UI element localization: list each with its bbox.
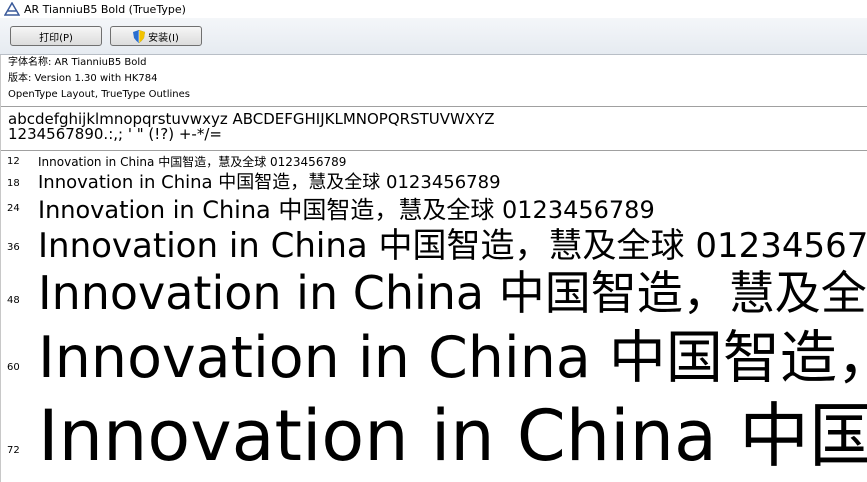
size-label: 18 [7, 178, 20, 189]
window-border [0, 55, 1, 482]
font-info: 字体名称: AR TianniuB5 Bold 版本: Version 1.30… [0, 55, 867, 105]
size-label: 24 [7, 203, 20, 214]
separator [0, 150, 867, 151]
toolbar: 打印(P) 安装(I) [0, 18, 867, 55]
print-button[interactable]: 打印(P) [10, 26, 102, 46]
install-button[interactable]: 安装(I) [110, 26, 202, 46]
font-name: 字体名称: AR TianniuB5 Bold [8, 57, 147, 68]
size-label: 60 [7, 362, 20, 373]
font-version: 版本: Version 1.30 with HK784 [8, 73, 158, 84]
print-button-label: 打印(P) [39, 32, 73, 44]
size-label: 36 [7, 242, 20, 253]
separator [0, 106, 867, 107]
sample-text: Innovation in China 中国智造，慧及全球 0123456789 [38, 395, 867, 477]
shield-icon [133, 29, 146, 43]
size-label: 48 [7, 295, 20, 306]
install-button-label: 安装(I) [148, 32, 179, 44]
size-preview: 12 Innovation in China 中国智造，慧及全球 0123456… [0, 152, 867, 482]
size-label: 12 [7, 156, 20, 167]
size-label: 72 [7, 445, 20, 456]
character-set: abcdefghijklmnopqrstuvwxyz ABCDEFGHIJKLM… [8, 112, 858, 142]
font-outlines: OpenType Layout, TrueType Outlines [8, 89, 190, 100]
charset-symbols: 1234567890.:,; ' " (!?) +-*/= [8, 125, 222, 143]
title-bar: AR TianniuB5 Bold (TrueType) [0, 0, 867, 18]
window-title: AR TianniuB5 Bold (TrueType) [24, 2, 186, 16]
font-icon [4, 2, 20, 16]
